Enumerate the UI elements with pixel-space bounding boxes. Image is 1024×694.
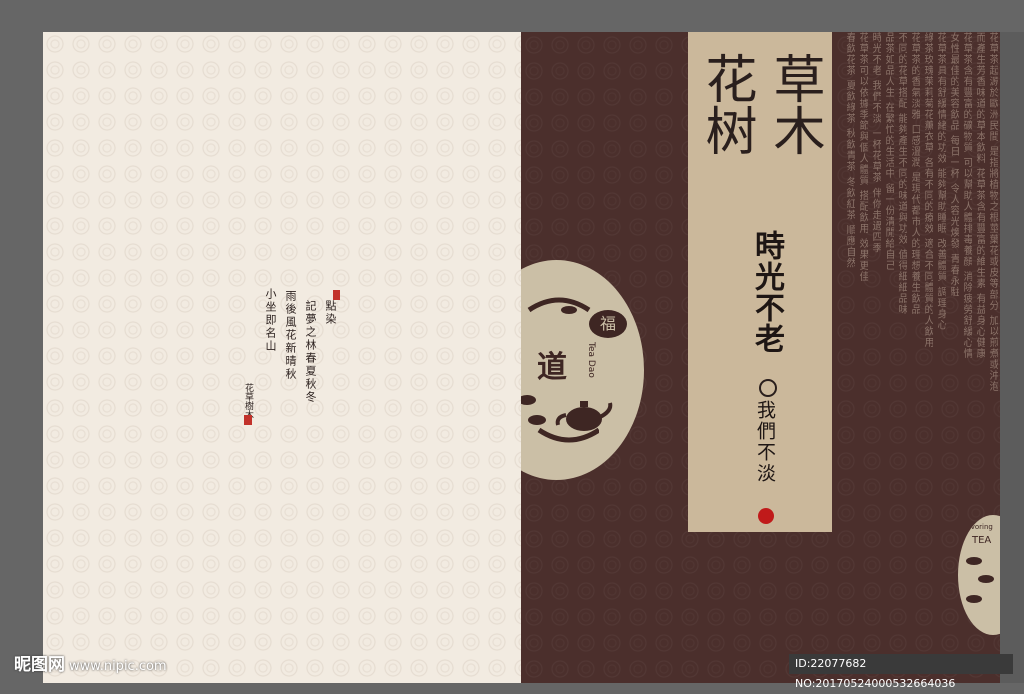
subtitle-secondary: 我們不淡 [754,400,776,484]
title-column-2: 花树 [696,52,756,156]
calligraphy-signature: 花草樹木 [243,383,253,419]
text-column: 花草茶含有豐富的礦物質 可以幫助人體排毒養顏 消除疲勞舒緩心情 [961,32,972,360]
calligraphy-line-3: 雨後風花新晴秋 [284,290,297,381]
text-column: 春飲花茶 夏飲綠茶 秋飲青茶 冬飲紅茶 順應自然 [844,32,855,269]
watermark-brand: 昵图网 [14,655,65,675]
text-column: 而產生芳香味道的草本飲料 花草茶含有豐富的維生素 有益身心健康 [974,32,985,360]
text-column: 時光不老 我們不淡 一杯花草茶 伴你走過四季 [870,32,881,254]
red-seal-bottom [244,415,252,425]
text-column: 不同的花草搭配 能夠產生不同的味道與功效 值得細細品味 [896,32,907,316]
text-column: 花草茶具有舒緩情緒的功效 能夠幫助睡眠 改善體質 調理身心 [935,32,946,331]
calligraphy-line-4: 小坐即名山 [264,288,277,353]
tea-emblem: 福 道 Tea Dao [521,260,644,480]
calligraphy-line-2: 記夢之林春夏秋冬 [304,300,317,404]
site-watermark: 昵图网 www.nipic.com [14,650,167,675]
leaf-ornament-icon [521,297,599,443]
calligraphy-line-1: 點染 [324,300,337,326]
subtitle: 時光不老 [749,230,784,354]
title-column-1: 草木 [764,52,824,156]
text-column: 綠茶玫瑰茉莉菊花薰衣草 各有不同的療效 適合不同體質的人飲用 [922,32,933,349]
canvas-edge [1000,32,1024,683]
image-id-bar: ID:22077682 NO:20170524000532664036 [789,654,1013,690]
ring-icon [759,379,777,397]
title-panel: 草木 花树 時光不老 我們不淡 [688,32,832,532]
text-column: 品茶如品人生 在繁忙的生活中 留一份清閒給自己 [883,32,894,272]
red-seal-top [333,290,340,300]
text-column: 花草茶的香氣淡雅 口感溫潤 是現代都市人的理想養生飲品 [909,32,920,316]
text-column: 花草茶起源於歐洲民間 是指將植物之根莖葉花或皮等部分 加以煎煮或沖泡 [987,32,998,393]
watermark-url: www.nipic.com [69,659,167,674]
body-text-columns: 花草茶起源於歐洲民間 是指將植物之根莖葉花或皮等部分 加以煎煮或沖泡 而產生芳香… [836,32,1000,652]
red-dot-icon [758,508,774,524]
text-column: 花草茶可以依據季節與個人體質 搭配飲用 效果更佳 [857,32,868,283]
text-column: 女性最佳的美容飲品 每日一杯 令人容光煥發 青春永駐 [948,32,959,298]
